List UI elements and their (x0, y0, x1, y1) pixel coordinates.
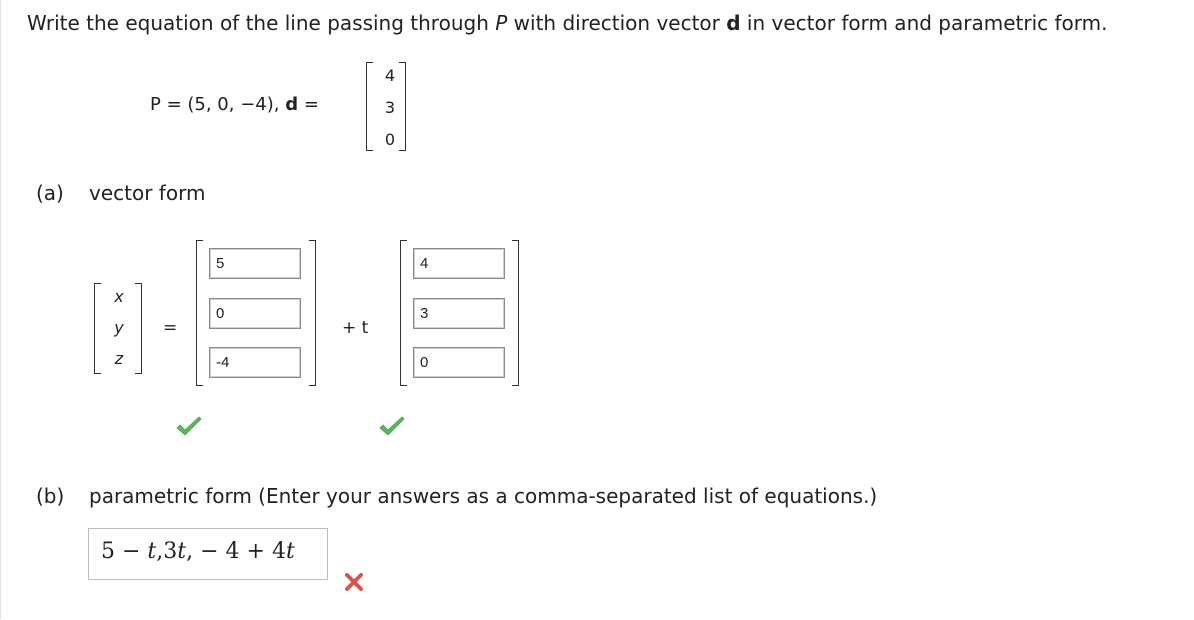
point-bracket-right (309, 240, 316, 386)
given-bracket-left (366, 62, 373, 151)
direction-input-z[interactable]: 0 (413, 347, 505, 378)
var-y: y (114, 318, 124, 337)
question-text: Write the equation of the line passing t… (27, 11, 1108, 35)
question-frame (0, 0, 1193, 619)
point-bracket-left (196, 240, 203, 386)
parametric-answer-input[interactable]: 5 − t,3t, − 4 + 4t (88, 528, 328, 580)
plus-t: + t (342, 318, 369, 338)
part-a-label: (a) (36, 181, 64, 205)
point-input-z[interactable]: -4 (209, 347, 301, 378)
checkmark-icon (379, 416, 405, 436)
part-b-instruction: parametric form (Enter your answers as a… (89, 484, 878, 508)
checkmark-icon (176, 416, 202, 436)
direction-bracket-left (400, 240, 407, 386)
given-direction-y: 3 (384, 98, 396, 117)
cross-icon (345, 573, 363, 591)
part-a-title: vector form (89, 181, 206, 205)
equals-sign: = (163, 318, 178, 338)
point-input-x[interactable]: 5 (209, 248, 301, 279)
var-z: z (114, 349, 124, 368)
point-input-y[interactable]: 0 (209, 298, 301, 329)
given-bracket-right (399, 62, 406, 151)
given-direction-z: 0 (384, 130, 396, 149)
part-b-label: (b) (36, 484, 65, 508)
var-x: x (114, 287, 124, 306)
xyz-bracket-right (135, 283, 142, 374)
xyz-bracket-left (94, 283, 101, 374)
direction-bracket-right (512, 240, 519, 386)
direction-input-x[interactable]: 4 (413, 248, 505, 279)
given-point: P = (5, 0, −4), d = (150, 94, 319, 115)
direction-input-y[interactable]: 3 (413, 298, 505, 329)
given-direction-x: 4 (384, 66, 396, 85)
